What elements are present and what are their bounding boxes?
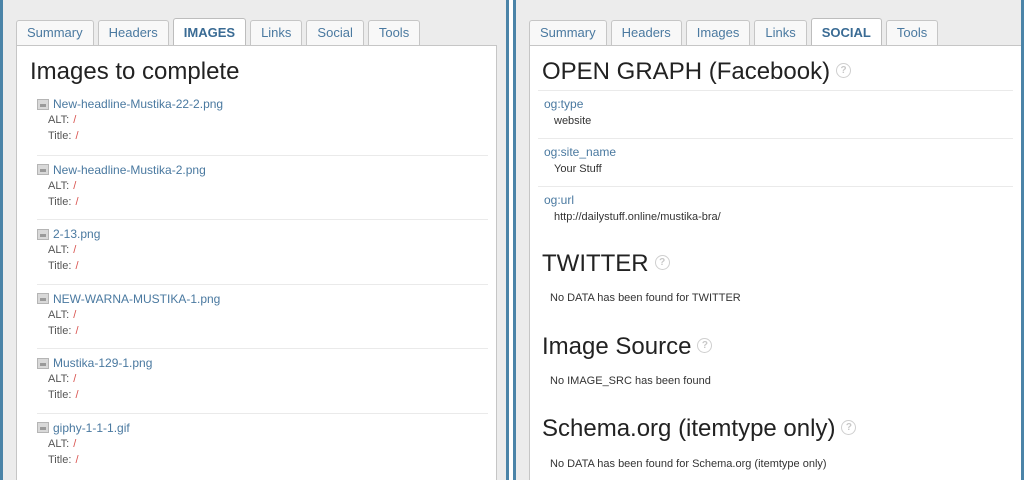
tab-social[interactable]: Social xyxy=(306,20,364,45)
social-content: OPEN GRAPH (Facebook)? og:type website o… xyxy=(529,45,1021,480)
image-file-icon xyxy=(37,164,49,175)
list-item: 2-13.png ALT: / Title: / xyxy=(37,219,488,284)
image-source-title: Image Source xyxy=(542,333,692,360)
alt-label: ALT: xyxy=(48,437,70,450)
alt-value: / xyxy=(73,437,77,450)
og-item: og:site_name Your Stuff xyxy=(538,138,1013,186)
list-item: New-headline-Mustika-22-2.png ALT: / Titl… xyxy=(37,90,488,155)
alt-label: ALT: xyxy=(48,308,70,321)
title-value: / xyxy=(75,453,79,466)
schema-message: No DATA has been found for Schema.org (i… xyxy=(550,458,827,470)
alt-label: ALT: xyxy=(48,179,70,192)
help-circle-icon[interactable]: ? xyxy=(697,338,713,354)
list-item: New-headline-Mustika-2.png ALT: / Title: / xyxy=(37,154,488,220)
tab-images[interactable]: IMAGES xyxy=(172,18,247,45)
og-value: http://dailystuff.online/mustika-bra/ xyxy=(554,211,721,223)
list-item: giphy-1-1-1.gif ALT: / Title: / xyxy=(37,412,488,478)
images-panel: Summary Headers IMAGES Links Social Tool… xyxy=(0,0,509,480)
schema-heading: Schema.org (itemtype only)? xyxy=(542,415,857,443)
open-graph-heading: OPEN GRAPH (Facebook)? xyxy=(542,58,852,86)
image-list: New-headline-Mustika-22-2.png ALT: / Titl… xyxy=(37,90,488,477)
alt-value: / xyxy=(73,373,77,385)
image-file-icon xyxy=(37,357,49,369)
image-file-icon xyxy=(37,422,49,433)
schema-title: Schema.org (itemtype only) xyxy=(542,415,836,442)
social-panel: Summary Headers Images Links SOCIAL Tool… xyxy=(513,0,1024,480)
open-graph-title: OPEN GRAPH (Facebook) xyxy=(542,58,831,85)
tab-links[interactable]: Links xyxy=(250,20,303,45)
alt-label: ALT: xyxy=(48,114,70,126)
og-item: og:type website xyxy=(538,90,1013,138)
title-value: / xyxy=(75,324,79,337)
tab-images[interactable]: Images xyxy=(685,20,751,45)
image-link[interactable]: New-headline-Mustika-22-2.png xyxy=(53,97,223,111)
image-file-icon xyxy=(37,98,49,110)
twitter-heading: TWITTER? xyxy=(542,250,670,278)
help-circle-icon[interactable]: ? xyxy=(836,63,852,79)
title-label: Title: xyxy=(48,389,72,401)
og-value: Your Stuff xyxy=(554,163,602,175)
title-value: / xyxy=(75,195,79,208)
title-label: Title: xyxy=(48,130,72,142)
alt-label: ALT: xyxy=(48,244,70,256)
image-link[interactable]: 2-13.png xyxy=(53,227,100,241)
title-value: / xyxy=(75,130,79,142)
list-item: NEW-WARNA-MUSTIKA-1.png ALT: / Title: / xyxy=(37,283,488,349)
help-circle-icon[interactable]: ? xyxy=(841,420,857,436)
tab-tools[interactable]: Tools xyxy=(367,20,421,45)
image-file-icon xyxy=(37,293,49,304)
image-file-icon xyxy=(37,228,49,240)
left-tab-bar: Summary Headers IMAGES Links Social Tool… xyxy=(16,18,421,45)
alt-label: ALT: xyxy=(48,373,70,385)
list-item: Mustika-129-1.png ALT: / Title: / xyxy=(37,348,488,413)
images-content: Images to complete New-headline-Mustika-… xyxy=(16,45,497,480)
image-link[interactable]: NEW-WARNA-MUSTIKA-1.png xyxy=(53,292,220,306)
twitter-title: TWITTER xyxy=(542,250,649,277)
image-source-message: No IMAGE_SRC has been found xyxy=(550,375,711,387)
title-value: / xyxy=(75,389,79,401)
alt-value: / xyxy=(73,244,77,256)
image-link[interactable]: New-headline-Mustika-2.png xyxy=(53,163,206,177)
right-tab-bar: Summary Headers Images Links SOCIAL Tool… xyxy=(529,18,939,45)
help-circle-icon[interactable]: ? xyxy=(654,255,670,271)
image-link[interactable]: giphy-1-1-1.gif xyxy=(53,421,130,435)
tab-headers[interactable]: Headers xyxy=(97,20,169,45)
tab-tools[interactable]: Tools xyxy=(885,20,939,45)
tab-social[interactable]: SOCIAL xyxy=(810,18,882,45)
alt-value: / xyxy=(73,308,77,321)
tab-summary[interactable]: Summary xyxy=(529,20,607,45)
title-label: Title: xyxy=(48,195,72,208)
page-title: Images to complete xyxy=(30,58,240,85)
tab-links[interactable]: Links xyxy=(754,20,807,45)
tab-headers[interactable]: Headers xyxy=(610,20,682,45)
og-key: og:url xyxy=(544,193,575,207)
title-label: Title: xyxy=(48,453,72,466)
alt-value: / xyxy=(73,179,77,192)
alt-value: / xyxy=(73,114,77,126)
og-key: og:site_name xyxy=(544,145,617,159)
tab-summary[interactable]: Summary xyxy=(16,20,94,45)
og-key: og:type xyxy=(544,97,584,111)
twitter-message: No DATA has been found for TWITTER xyxy=(550,292,741,304)
image-source-heading: Image Source? xyxy=(542,333,713,361)
title-label: Title: xyxy=(48,324,72,337)
title-label: Title: xyxy=(48,260,72,272)
image-link[interactable]: Mustika-129-1.png xyxy=(53,356,152,370)
og-item: og:url http://dailystuff.online/mustika-… xyxy=(538,186,1013,234)
title-value: / xyxy=(75,260,79,272)
og-value: website xyxy=(554,115,592,127)
